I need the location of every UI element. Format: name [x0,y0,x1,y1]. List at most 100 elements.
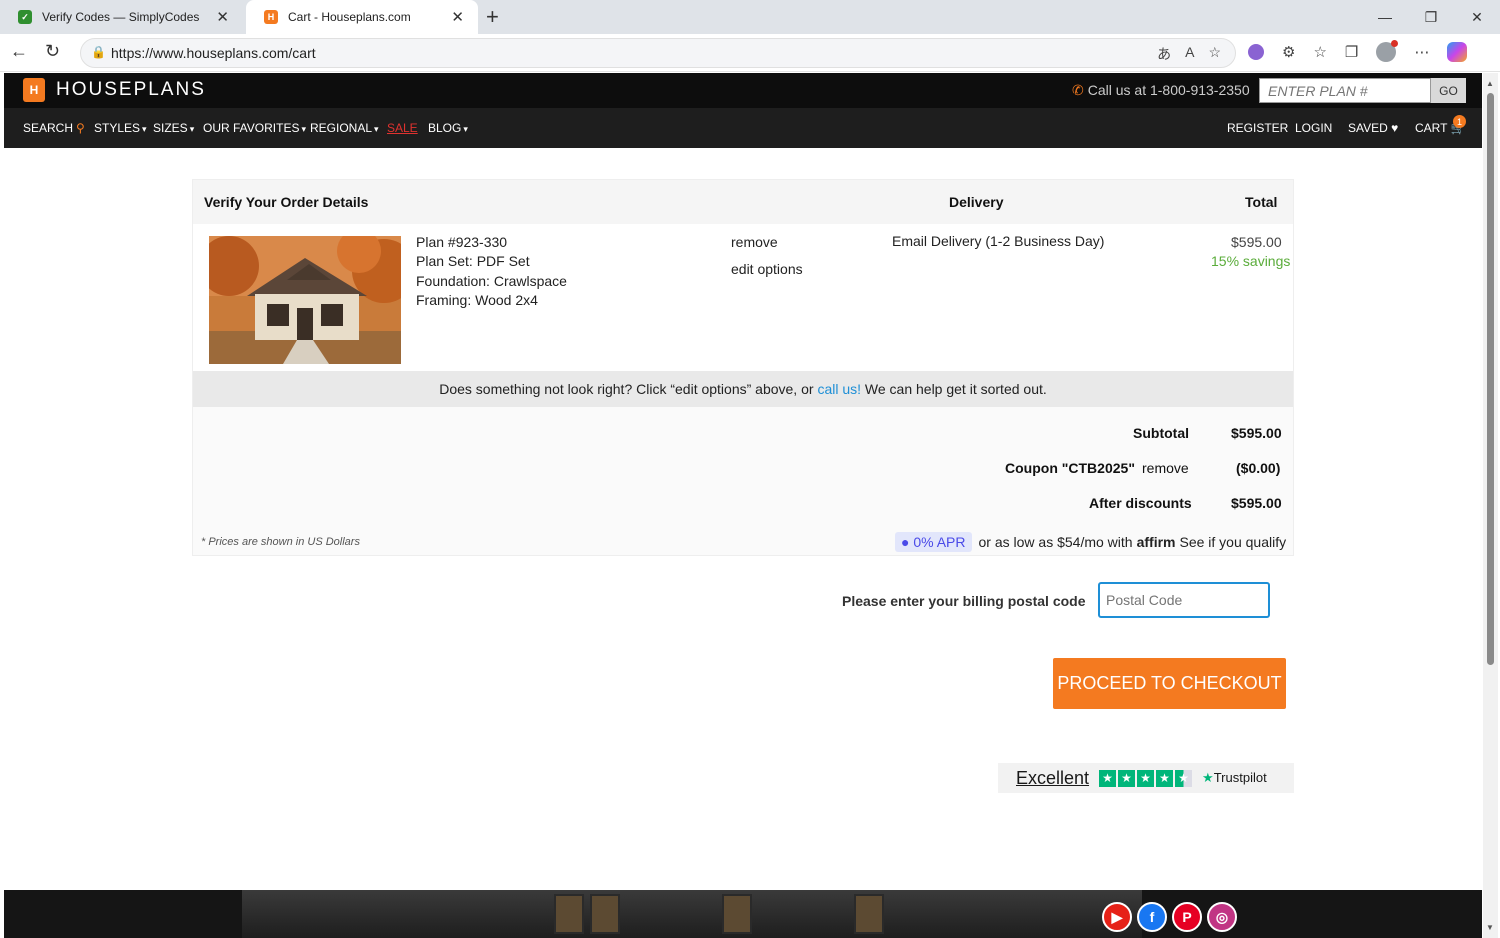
edit-options-link[interactable]: edit options [731,261,803,277]
close-tab-icon[interactable]: ✕ [216,8,229,26]
address-row: ← ↻ 🔒 https://www.houseplans.com/cart あ … [0,34,1500,72]
proceed-to-checkout-button[interactable]: PROCEED TO CHECKOUT [1053,658,1286,709]
simplycodes-favicon-icon: ✓ [18,10,32,24]
tab-houseplans[interactable]: H Cart - Houseplans.com ✕ [246,0,478,34]
window-close-icon[interactable]: ✕ [1454,0,1500,34]
collections-icon[interactable]: ❐ [1345,43,1358,61]
extension-icon[interactable] [1248,44,1264,60]
site-nav: SEARCH ⚲ STYLES ▾ SIZES ▾ OUR FAVORITES ▾ RE… [4,108,1482,148]
chevron-down-icon: ▾ [463,124,468,134]
heart-icon: ♥ [1391,121,1399,135]
scrollbar-thumb[interactable] [1487,93,1494,665]
trustpilot-brand: ★Trustpilot [1202,770,1267,786]
remove-coupon-link[interactable]: remove [1142,460,1189,476]
cart-item: Plan #923-330 Plan Set: PDF Set Foundati… [193,224,1293,371]
item-price: $595.00 [1231,234,1282,250]
house-photo [209,236,401,364]
nav-sale[interactable]: SALE [387,121,418,135]
site-logo[interactable]: H HOUSEPLANS [23,78,206,102]
plan-thumbnail[interactable] [209,236,401,364]
reload-icon[interactable]: ↻ [45,41,60,62]
chevron-down-icon: ▾ [142,124,147,134]
pinterest-icon[interactable]: P [1172,902,1202,932]
nav-favorites[interactable]: OUR FAVORITES ▾ [203,121,306,135]
nav-search[interactable]: SEARCH ⚲ [23,121,85,135]
site-footer: ▶ f P ◎ [4,890,1482,938]
url-text: https://www.houseplans.com/cart [111,45,316,61]
window-controls: — ❐ ✕ [1362,0,1500,34]
nav-styles[interactable]: STYLES ▾ [94,121,147,135]
instagram-icon[interactable]: ◎ [1207,902,1237,932]
trustpilot-rating: Excellent [1016,767,1090,788]
subtotal-label: Subtotal [1133,425,1189,441]
nav-saved[interactable]: SAVED ♥ [1348,121,1398,135]
plan-number-input[interactable] [1260,79,1430,102]
framing: Framing: Wood 2x4 [416,292,538,308]
browser-tab-bar: ✓ Verify Codes — SimplyCodes ✕ H Cart - … [0,0,1500,34]
close-tab-icon[interactable]: ✕ [451,8,464,26]
nav-regional-label: REGIONAL [310,121,373,135]
call-us[interactable]: ✆ Call us at 1-800-913-2350 [1072,82,1250,99]
page-scrollbar[interactable]: ▲ ▼ [1483,73,1498,938]
plan-set: Plan Set: PDF Set [416,253,530,269]
read-aloud-icon[interactable]: A [1185,44,1194,64]
trustpilot-widget[interactable]: Excellent ★ ★ ★ ★ ★ ★Trustpilot [998,763,1294,793]
minimize-icon[interactable]: — [1362,0,1408,34]
nav-regional[interactable]: REGIONAL ▾ [310,121,379,135]
affirm-text: or as low as $54/mo with [978,534,1133,550]
new-tab-button[interactable]: + [486,4,499,30]
postal-code-field[interactable] [1098,582,1270,618]
go-button[interactable]: GO [1431,78,1466,103]
chevron-down-icon: ▾ [189,124,195,134]
scroll-down-icon[interactable]: ▼ [1486,923,1494,932]
affirm-logo: affirm [1136,534,1176,550]
tab-title: Cart - Houseplans.com [288,10,411,24]
apr-badge: ● 0% APR [895,532,972,552]
phone-icon: ✆ [1072,82,1084,98]
favorites-icon[interactable]: ☆ [1313,43,1326,61]
youtube-icon[interactable]: ▶ [1102,902,1132,932]
remove-item-link[interactable]: remove [731,234,778,250]
affirm-financing[interactable]: ● 0% APR or as low as $54/mo with affirm… [895,532,1286,552]
restore-icon[interactable]: ❐ [1408,0,1454,34]
more-menu-icon[interactable]: ⋯ [1414,43,1429,61]
nav-sizes[interactable]: SIZES ▾ [153,121,194,135]
nav-login[interactable]: LOGIN [1295,121,1332,135]
profile-avatar[interactable] [1376,40,1399,62]
search-icon: ⚲ [76,121,85,135]
help-text-end: We can help get it sorted out. [861,381,1047,397]
house-logo-icon: H [23,78,45,102]
address-bar[interactable]: 🔒 https://www.houseplans.com/cart あ A ☆ [80,38,1236,68]
order-details-heading: Verify Your Order Details [204,194,369,210]
plan-number-field[interactable] [1259,78,1431,103]
nav-sizes-label: SIZES [153,121,188,135]
nav-blog[interactable]: BLOG ▾ [428,121,468,135]
trustpilot-star-icon: ★ [1202,770,1214,785]
extensions-puzzle-icon[interactable]: ⚙ [1282,43,1295,61]
page-viewport: H HOUSEPLANS ✆ Call us at 1-800-913-2350 … [4,73,1482,938]
nav-favorites-label: OUR FAVORITES [203,121,300,135]
tab-title: Verify Codes — SimplyCodes [42,10,200,24]
nav-register[interactable]: REGISTER [1227,121,1288,135]
back-icon[interactable]: ← [10,41,28,62]
chevron-down-icon: ▾ [374,124,379,134]
nav-cart-label: CART [1415,121,1448,135]
favorite-star-icon[interactable]: ☆ [1208,44,1221,64]
plan-number-link[interactable]: Plan #923-330 [416,234,507,250]
call-us-link[interactable]: call us! [817,381,861,397]
savings-text: 15% savings [1211,253,1291,269]
help-text: Does something not look right? Click “ed… [439,381,818,397]
help-bar: Does something not look right? Click “ed… [193,371,1293,407]
site-info-icon[interactable]: 🔒 [91,45,106,59]
star-icon: ★ [1118,769,1136,787]
postal-code-input[interactable] [1100,584,1268,616]
scroll-up-icon[interactable]: ▲ [1486,79,1494,88]
affirm-qualify[interactable]: See if you qualify [1179,534,1286,550]
tab-simplycodes[interactable]: ✓ Verify Codes — SimplyCodes ✕ [0,0,243,34]
tag-icon: ● [901,534,910,550]
nav-saved-label: SAVED [1348,121,1388,135]
copilot-icon[interactable] [1447,42,1468,62]
facebook-icon[interactable]: f [1137,902,1167,932]
translate-icon[interactable]: あ [1157,44,1171,64]
nav-blog-label: BLOG [428,121,462,135]
